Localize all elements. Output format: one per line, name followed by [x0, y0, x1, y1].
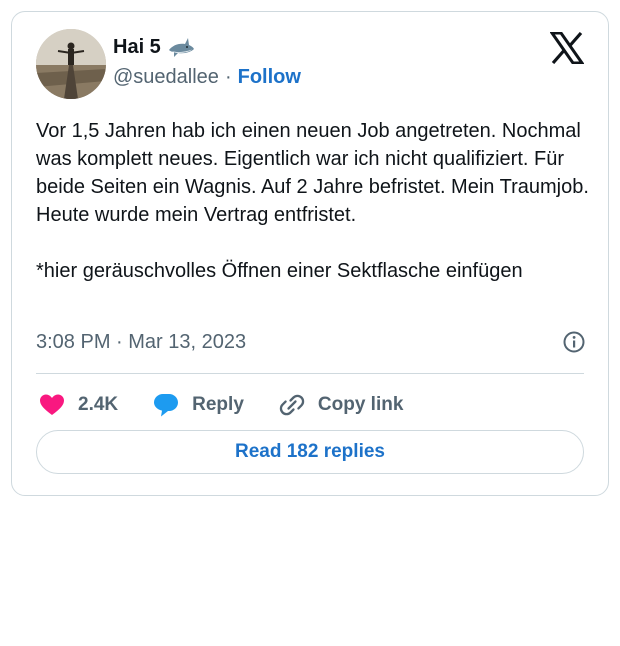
follow-button[interactable]: Follow [238, 66, 301, 89]
x-logo-icon[interactable] [549, 31, 585, 65]
read-replies-button[interactable]: Read 182 replies [36, 430, 584, 474]
like-button[interactable]: 2.4K [38, 391, 118, 419]
link-icon [279, 394, 305, 416]
avatar-image [36, 29, 106, 99]
speech-bubble-icon [154, 394, 179, 417]
heart-icon [40, 394, 64, 415]
handle-row: @suedallee · Follow [113, 66, 301, 89]
author-row: Hai 5 [113, 36, 195, 59]
avatar[interactable] [36, 29, 106, 99]
info-icon[interactable] [562, 330, 586, 354]
reply-button[interactable]: Reply [152, 391, 244, 419]
divider [36, 373, 584, 374]
action-bar: 2.4K Reply Copy link [38, 387, 437, 423]
author-name[interactable]: Hai 5 [113, 36, 161, 59]
meta-row: 3:08 PM · Mar 13, 2023 [36, 330, 586, 354]
reply-label: Reply [192, 394, 244, 415]
shark-icon [167, 37, 195, 59]
like-count: 2.4K [78, 394, 119, 415]
tweet-text: Vor 1,5 Jahren hab ich einen neuen Job a… [36, 120, 589, 282]
copy-link-button[interactable]: Copy link [278, 391, 404, 419]
separator-dot: · [224, 66, 232, 88]
tweet-timestamp[interactable]: 3:08 PM · Mar 13, 2023 [36, 331, 246, 354]
author-handle[interactable]: @suedallee [113, 66, 219, 89]
tweet-card: Hai 5 @suedallee · Follow Vor 1,5 Jahren… [11, 11, 609, 496]
copy-link-label: Copy link [317, 394, 404, 415]
